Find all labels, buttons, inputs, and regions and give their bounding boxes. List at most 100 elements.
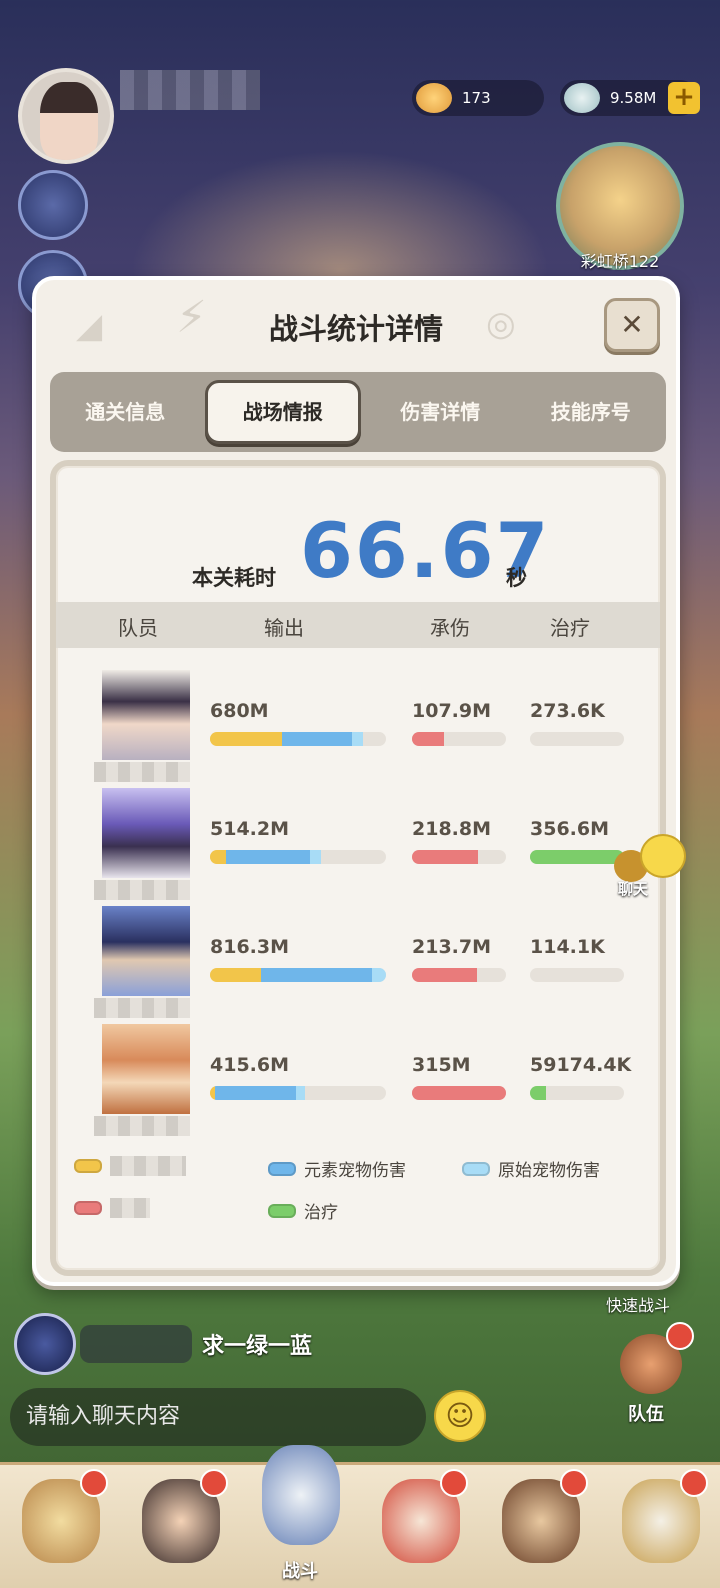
- member-name-blurred: [94, 762, 190, 782]
- legend-label: 治疗: [304, 1203, 338, 1223]
- legend-swatch: [268, 1203, 296, 1218]
- output-bar-segment: [296, 1086, 305, 1100]
- tab-bar: 通关信息 战场情报 伤害详情 技能序号: [50, 372, 666, 452]
- chat-input[interactable]: 请输入聊天内容: [10, 1388, 426, 1446]
- member-name-blurred: [94, 880, 190, 900]
- legend-swatch: [74, 1201, 102, 1215]
- member-name-blurred: [94, 1116, 190, 1136]
- nav-item[interactable]: [360, 1465, 480, 1588]
- taken-value: 213.7M: [412, 936, 492, 958]
- chat-sender-blurred: [80, 1325, 192, 1363]
- time-summary: 本关耗时 66.67 秒: [56, 506, 660, 595]
- notification-badge: [666, 1322, 694, 1350]
- legend-label: 原始宠物伤害: [498, 1161, 600, 1181]
- notification-badge: [80, 1469, 108, 1497]
- col-taken: 承伤: [430, 616, 470, 640]
- stone-currency[interactable]: 9.58M +: [560, 80, 700, 116]
- legend-item: 治疗: [268, 1198, 338, 1223]
- add-currency-button[interactable]: +: [668, 82, 700, 114]
- table-header: 队员 输出 承伤 治疗: [56, 602, 660, 648]
- taken-bar: [412, 850, 506, 864]
- tab-battle-intel[interactable]: 战场情报: [204, 380, 361, 444]
- chat-avatar[interactable]: [14, 1313, 76, 1375]
- heal-value: 59174.4K: [530, 1054, 632, 1076]
- stats-row: 514.2M 218.8M 356.6M: [56, 788, 660, 906]
- stone-icon: [564, 83, 600, 113]
- chat-message: 求一绿一蓝: [14, 1313, 374, 1375]
- nav-item[interactable]: [600, 1465, 720, 1588]
- side-event-icon[interactable]: [18, 170, 88, 240]
- output-bar-segment: [310, 850, 321, 864]
- shell-icon: [416, 83, 452, 113]
- member-avatar[interactable]: [102, 906, 190, 996]
- taken-value: 315M: [412, 1054, 471, 1076]
- nav-item[interactable]: [0, 1465, 120, 1588]
- nav-battle-label: 战斗: [282, 1561, 318, 1582]
- legend-swatch: [74, 1159, 102, 1173]
- member-name-blurred: [94, 998, 190, 1018]
- sword-icon: [262, 1445, 340, 1545]
- tab-clear-info[interactable]: 通关信息: [50, 380, 201, 444]
- shell-currency[interactable]: 173: [412, 80, 544, 116]
- nav-item-battle[interactable]: 战斗: [240, 1445, 360, 1588]
- legend-swatch: [268, 1161, 296, 1176]
- taken-value: 107.9M: [412, 700, 492, 722]
- time-label: 本关耗时: [192, 566, 276, 590]
- taken-bar-fill: [412, 968, 477, 982]
- nav-item[interactable]: [120, 1465, 240, 1588]
- notification-badge: [200, 1469, 228, 1497]
- output-value: 415.6M: [210, 1054, 290, 1076]
- legend-label: 元素宠物伤害: [304, 1161, 406, 1181]
- taken-bar-fill: [412, 1086, 506, 1100]
- output-value: 816.3M: [210, 936, 290, 958]
- output-bar-segment: [210, 968, 261, 982]
- output-bar: [210, 732, 386, 746]
- quick-battle-button[interactable]: 快速战斗: [606, 1292, 670, 1316]
- team-button[interactable]: 队伍: [612, 1322, 694, 1425]
- modal-title: 战斗统计详情: [268, 312, 443, 346]
- stats-panel: 本关耗时 66.67 秒 队员 输出 承伤 治疗 680M 107.9M 273.6…: [50, 460, 666, 1276]
- stats-row: 816.3M 213.7M 114.1K: [56, 906, 660, 1024]
- player-name-blurred: [120, 70, 260, 110]
- member-avatar[interactable]: [102, 670, 190, 760]
- taken-bar: [412, 1086, 506, 1100]
- heal-bar: [530, 968, 624, 982]
- output-bar-segment: [372, 968, 386, 982]
- heal-bar-fill: [530, 1086, 546, 1100]
- chat-face-icon: [640, 834, 686, 878]
- member-avatar[interactable]: [102, 788, 190, 878]
- output-bar-segment: [352, 732, 363, 746]
- tab-skill-order[interactable]: 技能序号: [516, 380, 667, 444]
- output-bar-segment: [215, 1086, 296, 1100]
- output-bar: [210, 968, 386, 982]
- time-unit: 秒: [506, 566, 527, 590]
- notification-badge: [680, 1469, 708, 1497]
- player-avatar[interactable]: [18, 68, 114, 164]
- legend-swatch: [462, 1161, 490, 1176]
- close-button[interactable]: ✕: [604, 298, 660, 352]
- legend-item: [74, 1198, 150, 1218]
- output-bar: [210, 850, 386, 864]
- output-bar-segment: [282, 732, 352, 746]
- output-bar-segment: [210, 850, 226, 864]
- chat-float-button[interactable]: 聊天: [612, 834, 688, 898]
- taken-bar: [412, 968, 506, 982]
- output-bar-segment: [261, 968, 372, 982]
- legend-label-blurred: [110, 1198, 150, 1218]
- col-member: 队员: [118, 616, 158, 640]
- heal-bar: [530, 732, 624, 746]
- nav-item[interactable]: [480, 1465, 600, 1588]
- legend-item: 原始宠物伤害: [462, 1156, 600, 1181]
- col-output: 输出: [264, 616, 304, 640]
- taken-bar-fill: [412, 850, 478, 864]
- heal-bar: [530, 850, 624, 864]
- member-avatar[interactable]: [102, 1024, 190, 1114]
- chat-float-label: 聊天: [618, 880, 649, 898]
- stats-row: 415.6M 315M 59174.4K: [56, 1024, 660, 1142]
- stone-count: 9.58M: [610, 89, 657, 107]
- tab-damage-details[interactable]: 伤害详情: [365, 380, 516, 444]
- output-bar-segment: [210, 732, 282, 746]
- heal-value: 273.6K: [530, 700, 605, 722]
- emoji-icon[interactable]: ☺: [434, 1390, 486, 1442]
- battle-stats-modal: ◢ ⚡ ◎ 战斗统计详情 ✕ 通关信息 战场情报 伤害详情 技能序号 本关耗时 …: [32, 276, 680, 1286]
